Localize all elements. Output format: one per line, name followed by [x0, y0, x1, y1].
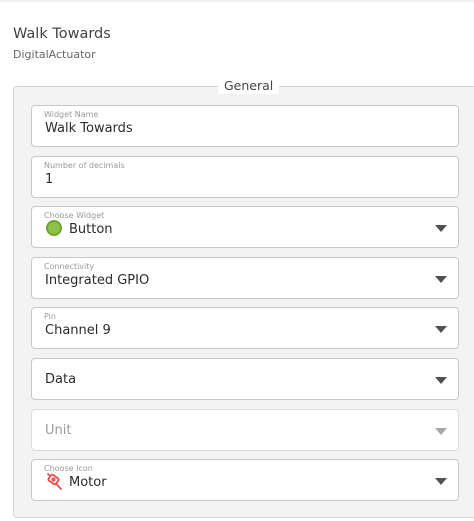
pin-value: Channel 9	[45, 323, 111, 338]
choose-widget-select[interactable]: Choose Widget Button	[31, 206, 459, 248]
connectivity-value: Integrated GPIO	[45, 273, 150, 288]
decimals-value: 1	[45, 172, 54, 187]
pin-select[interactable]: Pin Channel 9	[31, 307, 459, 349]
general-fieldset	[13, 86, 474, 518]
connectivity-select[interactable]: Connectivity Integrated GPIO	[31, 257, 459, 299]
connectivity-label: Connectivity	[44, 262, 95, 271]
pin-label: Pin	[44, 312, 56, 321]
chevron-down-icon	[435, 428, 447, 435]
page-title: Walk Towards	[13, 26, 111, 42]
data-value: Data	[45, 372, 77, 387]
page-subtitle: DigitalActuator	[13, 48, 96, 61]
data-select[interactable]: Data	[31, 358, 459, 400]
choose-widget-value: Button	[69, 222, 113, 237]
widget-name-field[interactable]: Widget Name Walk Towards	[31, 105, 459, 147]
chevron-down-icon[interactable]	[435, 276, 447, 283]
decimals-label: Number of decimals	[44, 161, 125, 170]
top-divider	[0, 0, 474, 2]
chevron-down-icon[interactable]	[435, 326, 447, 333]
chevron-down-icon[interactable]	[435, 225, 447, 232]
motor-icon	[47, 473, 62, 490]
unit-select: Unit	[31, 409, 459, 451]
widget-name-label: Widget Name	[44, 110, 99, 119]
fieldset-legend: General	[218, 78, 280, 94]
unit-value: Unit	[45, 423, 72, 438]
choose-icon-value: Motor	[69, 475, 107, 490]
chevron-down-icon[interactable]	[435, 377, 447, 384]
chevron-down-icon[interactable]	[435, 478, 447, 485]
choose-widget-label: Choose Widget	[44, 211, 105, 220]
widget-name-value: Walk Towards	[45, 121, 133, 136]
green-circle-icon	[46, 220, 62, 236]
decimals-field[interactable]: Number of decimals 1	[31, 156, 459, 198]
choose-icon-select[interactable]: Choose Icon Motor	[31, 459, 459, 501]
